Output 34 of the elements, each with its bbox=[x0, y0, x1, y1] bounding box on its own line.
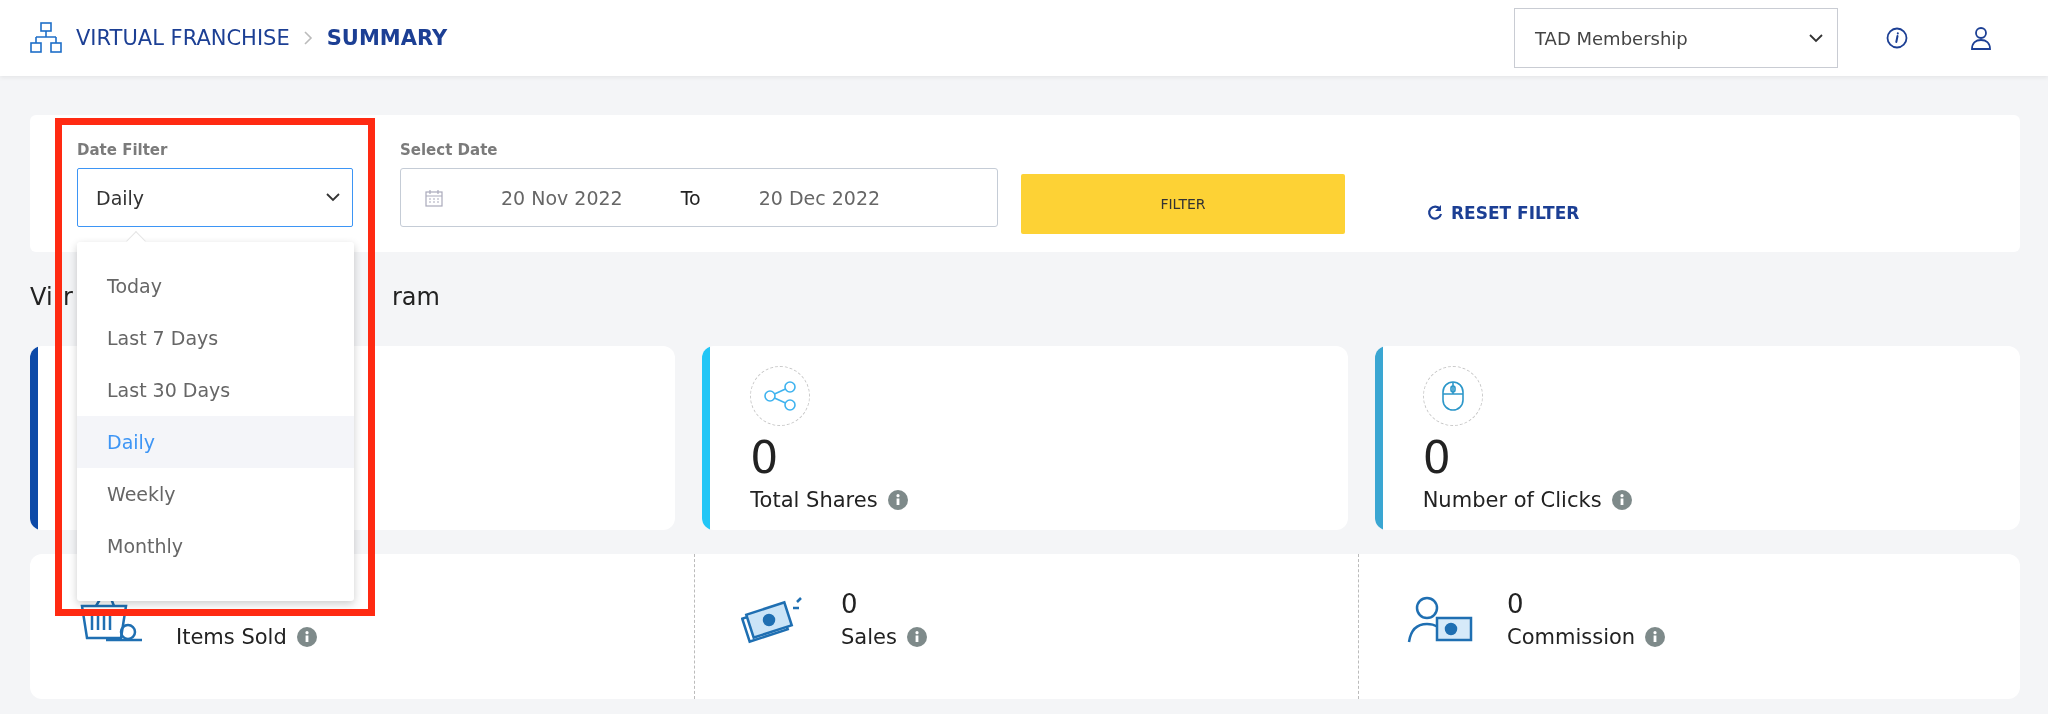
calendar-icon bbox=[425, 188, 443, 207]
filter-button[interactable]: FILTER bbox=[1021, 174, 1345, 234]
breadcrumb-item[interactable]: VIRTUAL FRANCHISE bbox=[76, 26, 290, 50]
summary-label: Commission bbox=[1507, 624, 1636, 649]
menu-option[interactable]: Last 30 Days bbox=[77, 364, 354, 416]
summary-label: Sales bbox=[841, 624, 897, 649]
section-title: ram bbox=[392, 283, 440, 311]
summary-value: 0 bbox=[841, 590, 859, 617]
date-filter-label: Date Filter bbox=[77, 141, 169, 159]
summary-value: 0 bbox=[1507, 590, 1525, 617]
breadcrumb-item: SUMMARY bbox=[326, 26, 448, 50]
stat-label: Total Shares bbox=[750, 488, 878, 512]
date-filter-select[interactable]: Daily bbox=[77, 168, 353, 227]
stat-value: 0 bbox=[1422, 436, 1452, 480]
section-title: r bbox=[63, 283, 73, 311]
info-icon[interactable] bbox=[1886, 27, 1908, 49]
chevron-down-icon bbox=[326, 193, 340, 202]
stat-value: 0 bbox=[750, 436, 780, 480]
menu-option[interactable]: Last 7 Days bbox=[77, 312, 354, 364]
chevron-right-icon bbox=[303, 31, 313, 45]
menu-option[interactable]: Today bbox=[77, 260, 354, 312]
chevron-down-icon bbox=[1809, 33, 1823, 43]
section-title: Vi bbox=[30, 283, 53, 311]
sitemap-icon bbox=[30, 21, 62, 55]
user-icon[interactable] bbox=[1970, 26, 1992, 50]
refresh-icon bbox=[1427, 205, 1443, 221]
menu-option[interactable]: Weekly bbox=[77, 468, 354, 520]
select-date-label: Select Date bbox=[400, 141, 499, 159]
menu-option[interactable]: Monthly bbox=[77, 520, 354, 572]
reset-filter-button[interactable]: RESET FILTER bbox=[1427, 203, 1580, 223]
summary-label: Items Sold bbox=[176, 624, 287, 649]
date-range-field[interactable]: 20 Nov 2022 To 20 Dec 2022 bbox=[400, 168, 998, 227]
stat-label: Number of Clicks bbox=[1422, 488, 1602, 512]
program-select[interactable]: TAD Membership bbox=[1514, 8, 1838, 68]
